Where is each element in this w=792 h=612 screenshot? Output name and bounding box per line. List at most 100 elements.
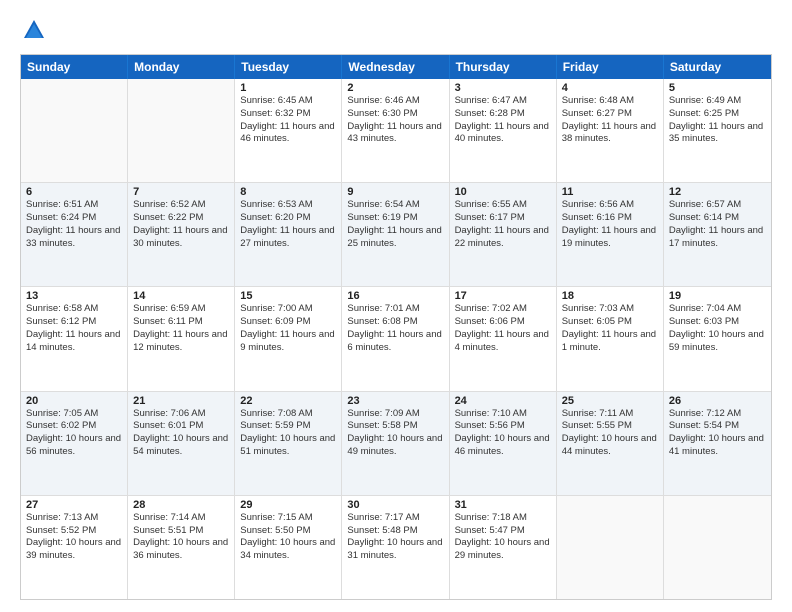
cell-line: Sunset: 6:09 PM — [240, 316, 336, 329]
cell-line: Sunset: 5:47 PM — [455, 525, 551, 538]
day-number: 10 — [455, 186, 551, 198]
day-number: 20 — [26, 395, 122, 407]
cell-line: Sunrise: 6:56 AM — [562, 199, 658, 212]
calendar-cell-1-2: 8Sunrise: 6:53 AMSunset: 6:20 PMDaylight… — [235, 183, 342, 286]
calendar-cell-1-3: 9Sunrise: 6:54 AMSunset: 6:19 PMDaylight… — [342, 183, 449, 286]
cell-line: Sunrise: 6:47 AM — [455, 95, 551, 108]
cell-line: Sunrise: 6:48 AM — [562, 95, 658, 108]
cell-line: Daylight: 11 hours and 1 minute. — [562, 329, 658, 355]
cell-line: Sunrise: 7:17 AM — [347, 512, 443, 525]
cell-line: Sunset: 6:20 PM — [240, 212, 336, 225]
cell-line: Sunrise: 7:01 AM — [347, 303, 443, 316]
cell-line: Daylight: 10 hours and 56 minutes. — [26, 433, 122, 459]
calendar-cell-4-4: 31Sunrise: 7:18 AMSunset: 5:47 PMDayligh… — [450, 496, 557, 599]
calendar-cell-0-1 — [128, 79, 235, 182]
day-number: 25 — [562, 395, 658, 407]
page: SundayMondayTuesdayWednesdayThursdayFrid… — [0, 0, 792, 612]
cell-line: Sunrise: 7:02 AM — [455, 303, 551, 316]
calendar-row-2: 13Sunrise: 6:58 AMSunset: 6:12 PMDayligh… — [21, 286, 771, 390]
cell-line: Sunrise: 7:06 AM — [133, 408, 229, 421]
cell-line: Daylight: 11 hours and 40 minutes. — [455, 121, 551, 147]
calendar-cell-3-4: 24Sunrise: 7:10 AMSunset: 5:56 PMDayligh… — [450, 392, 557, 495]
cell-line: Daylight: 11 hours and 43 minutes. — [347, 121, 443, 147]
header-cell-thursday: Thursday — [450, 55, 557, 79]
logo — [20, 16, 52, 44]
header-cell-tuesday: Tuesday — [235, 55, 342, 79]
cell-line: Daylight: 11 hours and 22 minutes. — [455, 225, 551, 251]
day-number: 31 — [455, 499, 551, 511]
calendar-cell-1-6: 12Sunrise: 6:57 AMSunset: 6:14 PMDayligh… — [664, 183, 771, 286]
cell-line: Sunrise: 7:09 AM — [347, 408, 443, 421]
cell-line: Daylight: 11 hours and 14 minutes. — [26, 329, 122, 355]
cell-line: Sunset: 6:32 PM — [240, 108, 336, 121]
cell-line: Sunrise: 7:05 AM — [26, 408, 122, 421]
cell-line: Sunset: 6:17 PM — [455, 212, 551, 225]
cell-line: Daylight: 10 hours and 49 minutes. — [347, 433, 443, 459]
cell-line: Sunrise: 7:10 AM — [455, 408, 551, 421]
cell-line: Sunrise: 6:45 AM — [240, 95, 336, 108]
day-number: 28 — [133, 499, 229, 511]
calendar-cell-0-4: 3Sunrise: 6:47 AMSunset: 6:28 PMDaylight… — [450, 79, 557, 182]
cell-line: Sunrise: 7:13 AM — [26, 512, 122, 525]
calendar: SundayMondayTuesdayWednesdayThursdayFrid… — [20, 54, 772, 600]
calendar-cell-3-5: 25Sunrise: 7:11 AMSunset: 5:55 PMDayligh… — [557, 392, 664, 495]
calendar-cell-3-0: 20Sunrise: 7:05 AMSunset: 6:02 PMDayligh… — [21, 392, 128, 495]
cell-line: Daylight: 11 hours and 9 minutes. — [240, 329, 336, 355]
calendar-cell-4-2: 29Sunrise: 7:15 AMSunset: 5:50 PMDayligh… — [235, 496, 342, 599]
calendar-cell-1-5: 11Sunrise: 6:56 AMSunset: 6:16 PMDayligh… — [557, 183, 664, 286]
calendar-cell-4-6 — [664, 496, 771, 599]
day-number: 8 — [240, 186, 336, 198]
calendar-cell-0-0 — [21, 79, 128, 182]
calendar-cell-3-1: 21Sunrise: 7:06 AMSunset: 6:01 PMDayligh… — [128, 392, 235, 495]
cell-line: Sunrise: 7:11 AM — [562, 408, 658, 421]
cell-line: Sunset: 6:02 PM — [26, 420, 122, 433]
cell-line: Daylight: 11 hours and 25 minutes. — [347, 225, 443, 251]
cell-line: Daylight: 11 hours and 27 minutes. — [240, 225, 336, 251]
cell-line: Sunrise: 7:03 AM — [562, 303, 658, 316]
calendar-cell-0-6: 5Sunrise: 6:49 AMSunset: 6:25 PMDaylight… — [664, 79, 771, 182]
day-number: 27 — [26, 499, 122, 511]
cell-line: Sunrise: 7:12 AM — [669, 408, 766, 421]
cell-line: Sunset: 5:56 PM — [455, 420, 551, 433]
day-number: 12 — [669, 186, 766, 198]
cell-line: Sunset: 5:55 PM — [562, 420, 658, 433]
cell-line: Sunset: 5:59 PM — [240, 420, 336, 433]
cell-line: Daylight: 10 hours and 51 minutes. — [240, 433, 336, 459]
cell-line: Daylight: 10 hours and 34 minutes. — [240, 537, 336, 563]
day-number: 2 — [347, 82, 443, 94]
cell-line: Sunset: 6:16 PM — [562, 212, 658, 225]
day-number: 11 — [562, 186, 658, 198]
header-cell-monday: Monday — [128, 55, 235, 79]
cell-line: Daylight: 10 hours and 54 minutes. — [133, 433, 229, 459]
cell-line: Sunrise: 6:54 AM — [347, 199, 443, 212]
cell-line: Sunset: 6:05 PM — [562, 316, 658, 329]
cell-line: Sunset: 5:50 PM — [240, 525, 336, 538]
day-number: 16 — [347, 290, 443, 302]
day-number: 30 — [347, 499, 443, 511]
cell-line: Sunset: 5:52 PM — [26, 525, 122, 538]
cell-line: Sunset: 6:11 PM — [133, 316, 229, 329]
calendar-header-row: SundayMondayTuesdayWednesdayThursdayFrid… — [21, 55, 771, 79]
cell-line: Sunrise: 7:04 AM — [669, 303, 766, 316]
cell-line: Daylight: 11 hours and 46 minutes. — [240, 121, 336, 147]
cell-line: Daylight: 10 hours and 44 minutes. — [562, 433, 658, 459]
cell-line: Sunset: 6:24 PM — [26, 212, 122, 225]
calendar-cell-2-0: 13Sunrise: 6:58 AMSunset: 6:12 PMDayligh… — [21, 287, 128, 390]
cell-line: Sunrise: 6:53 AM — [240, 199, 336, 212]
day-number: 13 — [26, 290, 122, 302]
day-number: 3 — [455, 82, 551, 94]
calendar-body: 1Sunrise: 6:45 AMSunset: 6:32 PMDaylight… — [21, 79, 771, 599]
calendar-cell-4-0: 27Sunrise: 7:13 AMSunset: 5:52 PMDayligh… — [21, 496, 128, 599]
day-number: 19 — [669, 290, 766, 302]
day-number: 9 — [347, 186, 443, 198]
cell-line: Sunset: 6:03 PM — [669, 316, 766, 329]
day-number: 18 — [562, 290, 658, 302]
cell-line: Sunrise: 6:49 AM — [669, 95, 766, 108]
header-cell-sunday: Sunday — [21, 55, 128, 79]
cell-line: Daylight: 11 hours and 12 minutes. — [133, 329, 229, 355]
cell-line: Sunrise: 6:52 AM — [133, 199, 229, 212]
cell-line: Daylight: 10 hours and 59 minutes. — [669, 329, 766, 355]
calendar-row-4: 27Sunrise: 7:13 AMSunset: 5:52 PM Dayligh… — [21, 495, 771, 599]
calendar-row-1: 6Sunrise: 6:51 AMSunset: 6:24 PMDaylight… — [21, 182, 771, 286]
calendar-cell-4-1: 28Sunrise: 7:14 AMSunset: 5:51 PMDayligh… — [128, 496, 235, 599]
